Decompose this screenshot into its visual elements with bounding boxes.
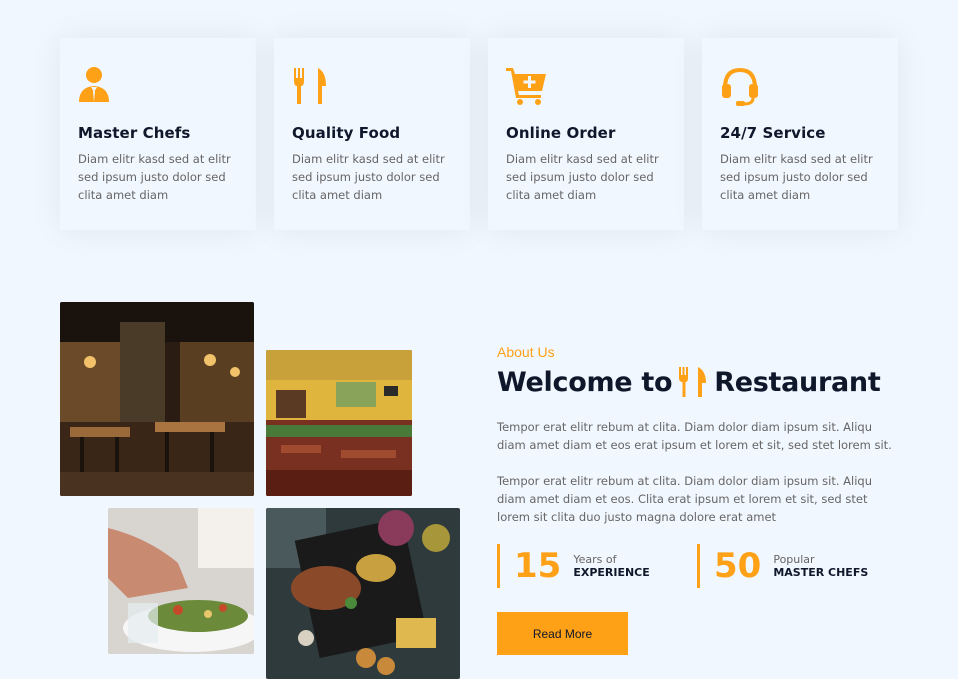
heading-suffix: Restaurant bbox=[714, 366, 881, 398]
read-more-button[interactable]: Read More bbox=[497, 612, 628, 655]
service-title: Master Chefs bbox=[78, 124, 191, 142]
service-card-online-order: Online Order Diam elitr kasd sed at elit… bbox=[488, 38, 684, 230]
stat-number: 50 bbox=[714, 546, 762, 586]
about-subtitle: About Us bbox=[497, 344, 555, 360]
heading-prefix: Welcome to bbox=[497, 366, 673, 398]
stat-label-bottom: EXPERIENCE bbox=[573, 566, 650, 579]
service-card-quality-food: Quality Food Diam elitr kasd sed at elit… bbox=[274, 38, 470, 230]
salad-plate-image bbox=[108, 508, 254, 654]
stat-label-top: Popular bbox=[773, 553, 815, 566]
service-card-master-chefs: Master Chefs Diam elitr kasd sed at elit… bbox=[60, 38, 256, 230]
stat-experience: 15 Years of EXPERIENCE bbox=[497, 544, 697, 588]
service-title: Quality Food bbox=[292, 124, 401, 142]
about-section: About Us Welcome to Restaurant Tempor er… bbox=[497, 344, 897, 655]
food-platter-image bbox=[266, 508, 460, 679]
service-card-247-service: 24/7 Service Diam elitr kasd sed at elit… bbox=[702, 38, 898, 230]
stats-row: 15 Years of EXPERIENCE 50 Popular MASTER… bbox=[497, 544, 897, 588]
stat-label-bottom: MASTER CHEFS bbox=[773, 566, 869, 579]
service-text: Diam elitr kasd sed at elitr sed ipsum j… bbox=[78, 152, 231, 202]
stat-number: 15 bbox=[514, 546, 562, 586]
cart-plus-icon bbox=[506, 68, 546, 105]
service-title: 24/7 Service bbox=[720, 124, 826, 142]
service-title: Online Order bbox=[506, 124, 616, 142]
services-row: Master Chefs Diam elitr kasd sed at elit… bbox=[60, 38, 898, 230]
service-text: Diam elitr kasd sed at elitr sed ipsum j… bbox=[720, 152, 873, 202]
headset-icon bbox=[722, 67, 758, 106]
chef-icon bbox=[79, 67, 109, 102]
service-text: Diam elitr kasd sed at elitr sed ipsum j… bbox=[506, 152, 659, 202]
utensils-icon bbox=[294, 68, 326, 104]
restaurant-interior-image bbox=[60, 302, 254, 496]
about-heading: Welcome to Restaurant bbox=[497, 366, 897, 398]
stat-label-top: Years of bbox=[573, 553, 617, 566]
dining-room-image bbox=[266, 350, 412, 496]
utensils-icon bbox=[679, 367, 707, 397]
stat-master-chefs: 50 Popular MASTER CHEFS bbox=[697, 544, 897, 588]
about-paragraph-1: Tempor erat elitr rebum at clita. Diam d… bbox=[497, 420, 892, 452]
service-text: Diam elitr kasd sed at elitr sed ipsum j… bbox=[292, 152, 445, 202]
about-paragraph-2: Tempor erat elitr rebum at clita. Diam d… bbox=[497, 474, 873, 524]
